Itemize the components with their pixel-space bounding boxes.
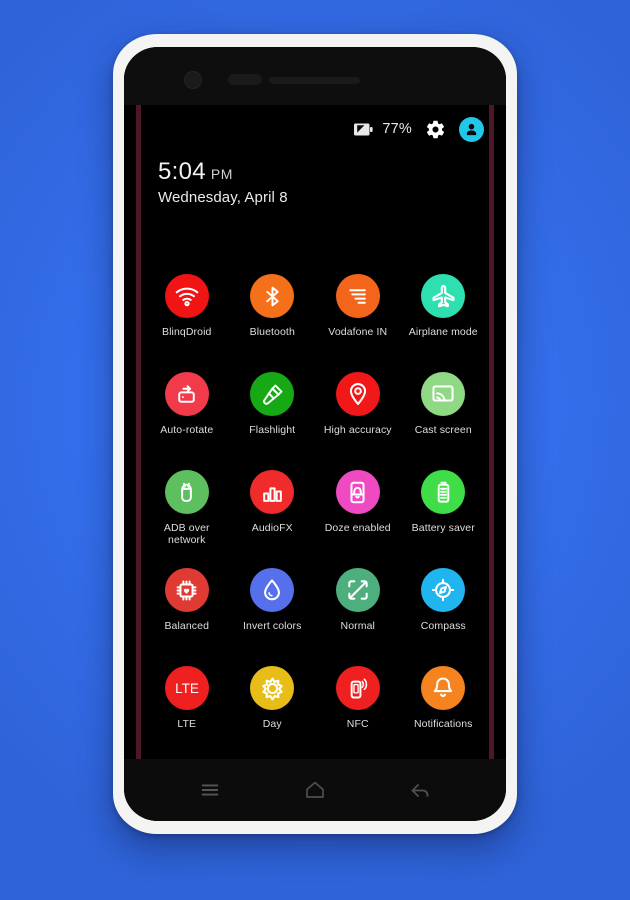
panel-right-edge-stripe xyxy=(489,105,494,759)
phone-screen-bezel: 77% 5:04 PM Wednesday, April 8 BlinqDroi… xyxy=(124,47,506,821)
time-row: 5:04 PM xyxy=(158,158,288,186)
screen-frame-icon[interactable] xyxy=(335,568,380,612)
quick-settings-tile[interactable]: LTE LTE xyxy=(144,652,230,750)
quick-settings-tile-label: BlinqDroid xyxy=(162,326,212,338)
quick-settings-tile-partial xyxy=(144,750,230,759)
quick-settings-tile[interactable]: Auto-rotate xyxy=(144,358,230,456)
quick-settings-tile-label: Notifications xyxy=(414,718,473,730)
bluetooth-icon[interactable] xyxy=(250,274,295,318)
navigation-bar xyxy=(124,759,506,821)
quick-settings-tile[interactable]: BlinqDroid xyxy=(144,260,230,358)
quick-settings-tile-label: High accuracy xyxy=(323,424,392,436)
quick-settings-tile-label: ADB over network xyxy=(163,522,210,546)
equalizer-icon[interactable] xyxy=(250,470,295,514)
battery-icon[interactable] xyxy=(421,470,466,514)
lte-text-icon[interactable]: LTE xyxy=(164,666,209,710)
front-camera-icon xyxy=(184,71,202,89)
quick-settings-tile-label: Battery saver xyxy=(411,522,475,534)
quick-settings-tile[interactable]: High accuracy xyxy=(315,358,401,456)
quick-settings-tile[interactable]: Battery saver xyxy=(401,456,487,554)
quick-settings-tile-label: LTE xyxy=(177,718,197,730)
quick-settings-tile-label: Airplane mode xyxy=(408,326,478,338)
bell-icon[interactable] xyxy=(421,666,466,710)
quick-settings-tile-label: NFC xyxy=(346,718,369,730)
quick-settings-tile-label: Flashlight xyxy=(249,424,296,436)
cpu-heart-icon[interactable] xyxy=(164,568,209,612)
svg-text:LTE: LTE xyxy=(175,681,199,696)
airplane-icon[interactable] xyxy=(421,274,466,318)
compass-icon[interactable] xyxy=(421,568,466,612)
quick-settings-tile-partial[interactable] xyxy=(315,750,401,759)
water-drop-icon[interactable] xyxy=(250,568,295,612)
quick-settings-tile-label: Normal xyxy=(340,620,375,632)
flashlight-icon[interactable] xyxy=(250,372,295,416)
quick-settings-tile-label: Day xyxy=(262,718,282,730)
quick-settings-tile-label: Balanced xyxy=(164,620,210,632)
quick-settings-tile[interactable]: AudioFX xyxy=(230,456,316,554)
battery-charging-icon xyxy=(354,123,373,136)
user-avatar-icon[interactable] xyxy=(459,116,484,142)
clock-ampm: PM xyxy=(210,166,233,182)
quick-settings-tile[interactable]: Notifications xyxy=(401,652,487,750)
quick-settings-tile[interactable]: Cast screen xyxy=(401,358,487,456)
clock-date: Wednesday, April 8 xyxy=(158,189,288,206)
wifi-icon[interactable] xyxy=(164,274,209,318)
cast-screen-icon[interactable] xyxy=(421,372,466,416)
home-icon[interactable] xyxy=(302,777,328,803)
quick-settings-tile[interactable]: Day xyxy=(230,652,316,750)
panel-left-edge-stripe xyxy=(136,105,141,759)
clock-time: 5:04 xyxy=(158,158,206,185)
proximity-sensor-icon xyxy=(228,74,262,85)
quick-settings-tile[interactable]: Balanced xyxy=(144,554,230,652)
quick-settings-screen: 77% 5:04 PM Wednesday, April 8 BlinqDroi… xyxy=(124,105,506,759)
quick-settings-tile-partial[interactable] xyxy=(401,750,487,759)
location-pin-icon[interactable] xyxy=(335,372,380,416)
quick-settings-tile[interactable]: Doze enabled xyxy=(315,456,401,554)
quick-settings-tile-label: AudioFX xyxy=(251,522,293,534)
back-arrow-icon[interactable] xyxy=(407,777,433,803)
phone-bell-icon[interactable] xyxy=(335,470,380,514)
quick-settings-tile-label: Cast screen xyxy=(414,424,472,436)
quick-settings-tile[interactable]: Bluetooth xyxy=(230,260,316,358)
battery-percentage-label: 77% xyxy=(382,121,412,137)
quick-settings-tile[interactable]: NFC xyxy=(315,652,401,750)
quick-settings-tile-partial[interactable] xyxy=(230,750,316,759)
quick-settings-tile-label: Auto-rotate xyxy=(160,424,214,436)
nfc-phone-icon[interactable] xyxy=(335,666,380,710)
android-bug-icon[interactable] xyxy=(164,470,209,514)
quick-settings-tile-label: Doze enabled xyxy=(324,522,391,534)
quick-settings-tile-label: Compass xyxy=(420,620,466,632)
quick-settings-tile[interactable]: Compass xyxy=(401,554,487,652)
gear-icon[interactable] xyxy=(425,119,446,140)
phone-top-bezel xyxy=(124,47,506,105)
clock-block: 5:04 PM Wednesday, April 8 xyxy=(158,158,288,206)
signal-bars-icon[interactable] xyxy=(335,274,380,318)
quick-settings-tile-label: Bluetooth xyxy=(249,326,295,338)
menu-icon[interactable] xyxy=(197,777,223,803)
quick-settings-tile[interactable]: Airplane mode xyxy=(401,260,487,358)
quick-settings-tile-label: Vodafone IN xyxy=(328,326,388,338)
quick-settings-tile[interactable]: Normal xyxy=(315,554,401,652)
earpiece-speaker-icon xyxy=(269,77,360,84)
quick-settings-tile[interactable]: Vodafone IN xyxy=(315,260,401,358)
quick-settings-tile-label: Invert colors xyxy=(243,620,302,632)
auto-rotate-icon[interactable] xyxy=(164,372,209,416)
quick-settings-tile[interactable]: Flashlight xyxy=(230,358,316,456)
quick-settings-tile[interactable]: ADB over network xyxy=(144,456,230,554)
quick-settings-tile[interactable]: Invert colors xyxy=(230,554,316,652)
quick-settings-tile-grid: BlinqDroid Bluetooth Vodafone IN Airplane m… xyxy=(144,260,486,759)
status-bar: 77% xyxy=(124,105,506,153)
sun-icon[interactable] xyxy=(250,666,295,710)
phone-device-frame: 77% 5:04 PM Wednesday, April 8 BlinqDroi… xyxy=(113,34,517,834)
